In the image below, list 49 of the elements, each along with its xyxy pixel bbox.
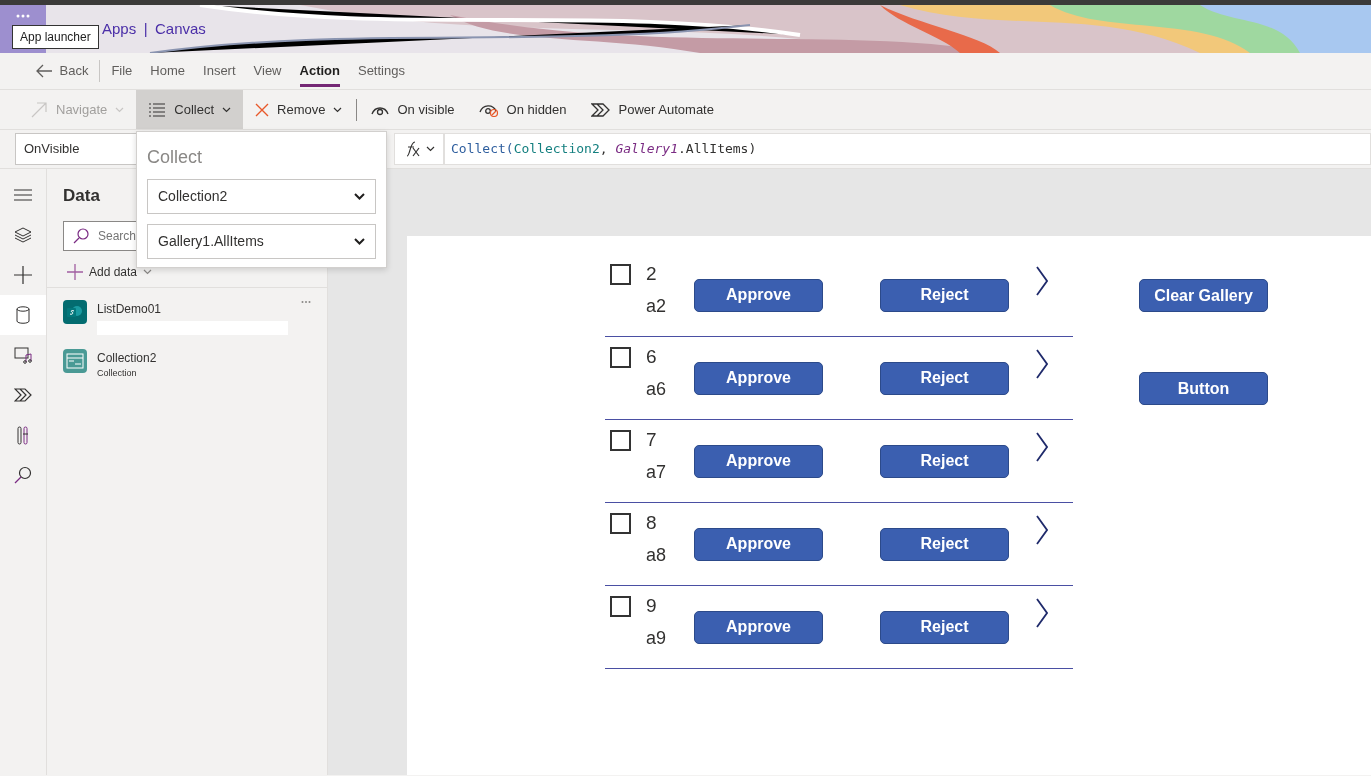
source-type: Collection bbox=[97, 366, 138, 380]
canvas-button[interactable]: Clear Gallery bbox=[1139, 279, 1268, 312]
item-title: 7 bbox=[646, 428, 658, 452]
reject-button[interactable]: Reject bbox=[880, 361, 1009, 395]
toolbar-button[interactable]: On visible bbox=[359, 90, 467, 129]
toolbar-button[interactable]: On hidden bbox=[466, 90, 579, 129]
reject-button[interactable]: Reject bbox=[880, 444, 1009, 478]
item-title: 2 bbox=[646, 262, 658, 286]
menu-tab[interactable]: View bbox=[244, 55, 291, 87]
item-title: 9 bbox=[646, 594, 658, 618]
dropdown-field[interactable]: Gallery1.AllItems bbox=[147, 224, 376, 259]
approve-button[interactable]: Approve bbox=[694, 361, 823, 395]
item-subtitle: a2 bbox=[646, 294, 668, 318]
approve-button[interactable]: Approve bbox=[694, 444, 823, 478]
item-subtitle: a7 bbox=[646, 460, 668, 484]
popup-title: Collect bbox=[147, 146, 204, 169]
formula-bar[interactable]: Collect(Collection2, Gallery1.AllItems) bbox=[444, 133, 1371, 165]
title-separator: | bbox=[143, 19, 148, 37]
approve-button[interactable]: Approve bbox=[694, 278, 823, 312]
source-name: ListDemo01 bbox=[97, 300, 163, 318]
menu-tab[interactable]: Insert bbox=[194, 55, 245, 87]
panel-title: Data bbox=[63, 185, 100, 207]
reject-button[interactable]: Reject bbox=[880, 278, 1009, 312]
approve-button[interactable]: Approve bbox=[694, 527, 823, 561]
toolbar-button[interactable]: Remove bbox=[243, 90, 355, 129]
item-subtitle: a9 bbox=[646, 626, 668, 650]
item-title: 6 bbox=[646, 345, 658, 369]
item-title: 8 bbox=[646, 511, 658, 535]
reject-button[interactable]: Reject bbox=[880, 527, 1009, 561]
section-title: Canvas bbox=[154, 19, 206, 37]
data-source-item[interactable]: ListDemo01 bbox=[63, 295, 311, 345]
app-title: Apps bbox=[102, 19, 137, 37]
canvas-button[interactable]: Button bbox=[1139, 372, 1268, 405]
toolbar-button[interactable]: Collect bbox=[136, 90, 244, 129]
dropdown-field[interactable]: Collection2 bbox=[147, 179, 376, 214]
menu-tab[interactable]: File bbox=[102, 55, 142, 87]
approve-button[interactable]: Approve bbox=[694, 610, 823, 644]
reject-button[interactable]: Reject bbox=[880, 610, 1009, 644]
menu-tab[interactable]: Home bbox=[141, 55, 195, 87]
tooltip: App launcher bbox=[12, 25, 99, 49]
source-name: Collection2 bbox=[97, 349, 158, 367]
back-button[interactable]: Back bbox=[26, 55, 98, 87]
item-subtitle: a8 bbox=[646, 543, 668, 567]
menu-tab[interactable]: Action bbox=[290, 55, 349, 87]
item-subtitle: a6 bbox=[646, 377, 668, 401]
menu-tab[interactable]: Settings bbox=[348, 55, 414, 87]
toolbar-button[interactable]: Power Automate bbox=[578, 90, 726, 129]
data-source-item[interactable]: Collection2 Collection bbox=[63, 344, 311, 390]
add-data-button[interactable]: Add data bbox=[67, 262, 153, 281]
